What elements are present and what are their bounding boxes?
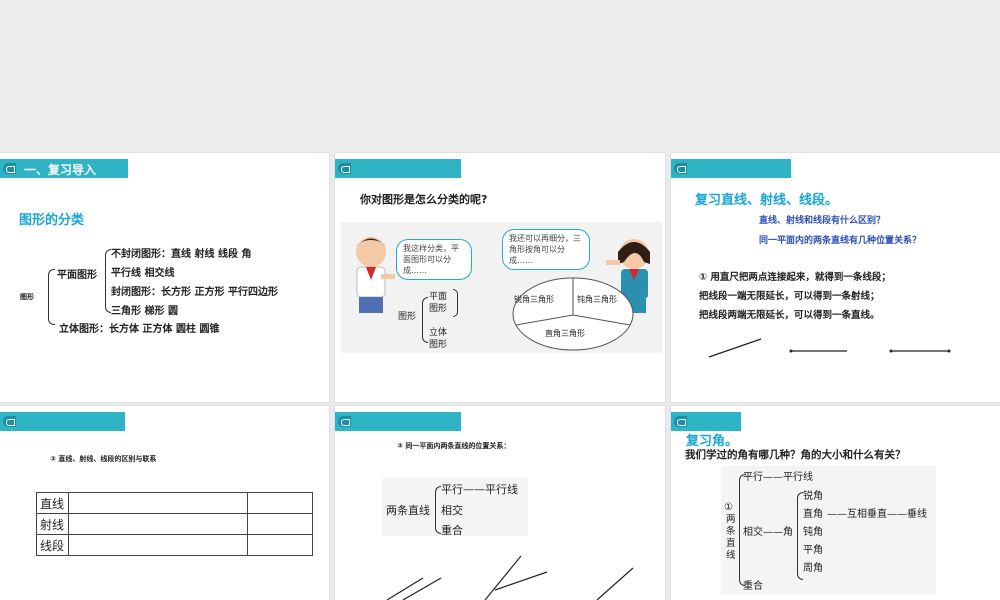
table-cell-label: 直线 [36,492,69,514]
slide-subtitle: ③ 同一平面内两条直线的位置关系： [397,442,511,450]
question-1: 直线、射线和线段有什么区别？ [759,216,886,226]
slide-banner [335,412,461,431]
banner-icon [338,163,351,174]
slide-question: 我们学过的角有哪几种？角的大小和什么有关？ [685,449,906,461]
angle-acute: 锐角 [803,491,823,502]
slide-6-thumbnail[interactable]: 复习角。 我们学过的角有哪几种？角的大小和什么有关？ ① 两条直线 平行——平行… [671,406,1000,600]
tree-line-5: 立体图形：长方体 正方体 圆柱 圆锥 [59,324,220,335]
slide-heading: 图形的分类 [19,213,85,228]
perpendicular-label: ——互相垂直——垂线 [827,509,927,520]
table-cell [247,513,313,535]
statement-3: 把线段两端无限延长，可以得到一条直线。 [699,310,880,321]
line-diagrams [708,338,951,358]
table-cell-label: 线段 [36,534,69,556]
circled-number: ① [724,502,733,513]
slide-banner [671,412,741,431]
banner-icon [3,163,16,174]
tree-line-4: 三角形 梯形 圆 [111,306,178,317]
slide-title: 你对图形是怎么分类的呢? [360,193,488,206]
statement-1: ① 用直尺把两点连接起来，就得到一条线段； [699,272,891,283]
tree-root: 图形 [398,312,417,322]
table-cell-label: 射线 [36,513,69,535]
pie-label-acute: 锐角三角形 [514,295,554,304]
line-diagrams [386,555,634,600]
relation-parallel: 平行——平行线 [441,483,518,496]
slide-4-thumbnail[interactable]: ② 直线、射线、线段的区别与联系 直线 射线 线段 [0,406,329,600]
pie-label-right: 直角三角形 [545,329,585,338]
tree-brace [422,297,428,343]
branch-intersect: 相交——角 [743,527,793,538]
plane-label: 平面图形 [57,270,97,281]
tree-brace [48,269,55,325]
slide-5-thumbnail[interactable]: ③ 同一平面内两条直线的位置关系： 两条直线 平行——平行线 相交 重合 [335,406,665,600]
table-cell [68,534,248,556]
slide-subtitle: ② 直线、射线、线段的区别与联系 [50,455,157,463]
tree-line-1: 不封闭图形：直线 射线 线段 角 [111,249,252,260]
table-cell [68,513,248,535]
table-row: 直线 [36,492,313,514]
tree-root-label: 图形 [20,293,34,301]
relations-root: 两条直线 [386,504,430,517]
tree-solid: 立体图形 [429,328,448,350]
banner-title: 一、复习导入 [24,163,97,177]
slide-3-thumbnail[interactable]: 复习直线、射线、线段。 直线、射线和线段有什么区别？ 同一平面内的两条直线有几种… [671,153,1000,402]
angle-right: 直角 [803,509,823,520]
statement-2: 把线段一端无限延长，可以得到一条射线； [699,291,880,302]
speech-bubble-boy: 我这样分类，平面图形可以分成…… [396,239,472,280]
slide-banner: 一、复习导入 [0,159,128,178]
relation-intersect: 相交 [441,504,463,517]
branch-parallel: 平行——平行线 [743,472,813,483]
banner-icon [674,416,687,427]
angle-obtuse: 钝角 [803,527,823,538]
pie-label-obtuse: 钝角三角形 [577,295,617,304]
tree-line-2: 平行线 相交线 [111,268,175,279]
table-cell [247,534,313,556]
speech-bubble-girl: 我还可以再细分，三角形按角可以分成…… [502,229,590,270]
slide-heading: 复习直线、射线、线段。 [695,193,839,208]
slide-banner [671,159,791,178]
table-row: 射线 [36,513,313,535]
angle-full: 周角 [803,563,823,574]
relation-coincide: 重合 [441,524,463,537]
plane-subbrace [453,289,458,317]
comparison-table: 直线 射线 线段 [36,492,313,556]
banner-icon [338,416,351,427]
slide-banner [0,412,125,431]
slide-2-thumbnail[interactable]: 你对图形是怎么分类的呢? 我这样分类，平面图形可以分成…… 我还可以再细分，三角… [335,153,665,402]
table-cell [247,492,313,514]
tree-plane: 平面图形 [429,292,448,314]
table-row: 线段 [36,534,313,556]
tree-root-vertical: 两条直线 [726,514,736,561]
slide-1-thumbnail[interactable]: 一、复习导入 图形的分类 图形 平面图形 不封闭图形：直线 射线 线段 角 平行… [0,153,329,402]
banner-icon [674,163,687,174]
classification-illustration: 我这样分类，平面图形可以分成…… 我还可以再细分，三角形按角可以分成…… 图形 … [341,222,662,353]
tree-line-3: 封闭图形：长方形 正方形 平行四边形 [111,287,278,298]
question-2: 同一平面内的两条直线有几种位置关系？ [759,236,922,246]
angle-straight: 平角 [803,545,823,556]
slide-banner [335,159,461,178]
banner-icon [3,416,16,427]
branch-coincide: 重合 [743,581,763,592]
table-cell [68,492,248,514]
empty-header-area [0,0,1000,150]
